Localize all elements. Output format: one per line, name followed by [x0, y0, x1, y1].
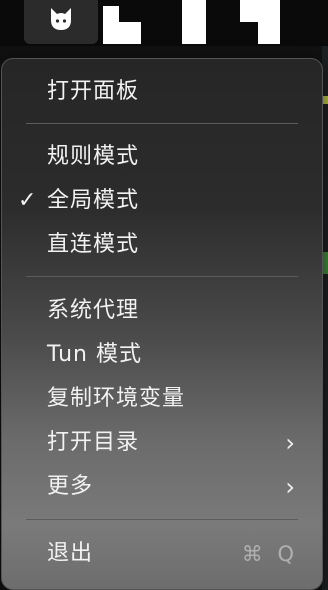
menubar-icon-block	[103, 6, 119, 44]
menu-item-label: 规则模式	[47, 144, 140, 169]
menu-item-open-dir[interactable]: 打开目录 ›	[2, 421, 322, 465]
menu-item-tun-mode[interactable]: Tun 模式	[2, 333, 322, 377]
menu-item-label: 打开目录	[47, 430, 140, 455]
menu-item-label: 更多	[47, 474, 94, 499]
status-menu: 打开面板 规则模式 ✓ 全局模式 直连模式 系统代理 Tun 模式 复制环境变量…	[1, 58, 323, 590]
menu-separator	[26, 519, 298, 520]
menu-item-quit[interactable]: 退出 ⌘ Q	[2, 532, 322, 576]
menu-item-system-proxy[interactable]: 系统代理	[2, 289, 322, 333]
menu-item-more[interactable]: 更多 ›	[2, 465, 322, 509]
menu-item-label: 退出	[47, 541, 94, 566]
menubar-icon-block	[182, 0, 206, 44]
menu-item-open-panel[interactable]: 打开面板	[2, 70, 322, 114]
menubar-icon-block	[258, 22, 280, 44]
menu-separator	[26, 276, 298, 277]
menu-item-label: 复制环境变量	[47, 386, 186, 411]
keyboard-shortcut: ⌘ Q	[241, 542, 298, 566]
chevron-right-icon: ›	[285, 473, 296, 501]
menu-separator	[26, 123, 298, 124]
menu-item-label: 全局模式	[47, 188, 140, 213]
menu-item-label: 打开面板	[47, 79, 140, 104]
menu-item-copy-env[interactable]: 复制环境变量	[2, 377, 322, 421]
cat-icon	[51, 8, 71, 30]
checkmark-icon: ✓	[18, 188, 38, 213]
menu-item-label: 系统代理	[47, 298, 140, 323]
menu-item-label: 直连模式	[47, 232, 140, 257]
chevron-right-icon: ›	[285, 429, 296, 457]
menubar-icon-block	[119, 22, 141, 44]
menu-bar	[0, 0, 328, 46]
menubar-icon-block	[240, 0, 280, 22]
clash-status-item[interactable]	[24, 0, 98, 44]
menu-item-direct-mode[interactable]: 直连模式	[2, 223, 322, 267]
menu-item-global-mode[interactable]: ✓ 全局模式	[2, 179, 322, 223]
menu-item-label: Tun 模式	[47, 342, 142, 367]
menu-item-rule-mode[interactable]: 规则模式	[2, 135, 322, 179]
